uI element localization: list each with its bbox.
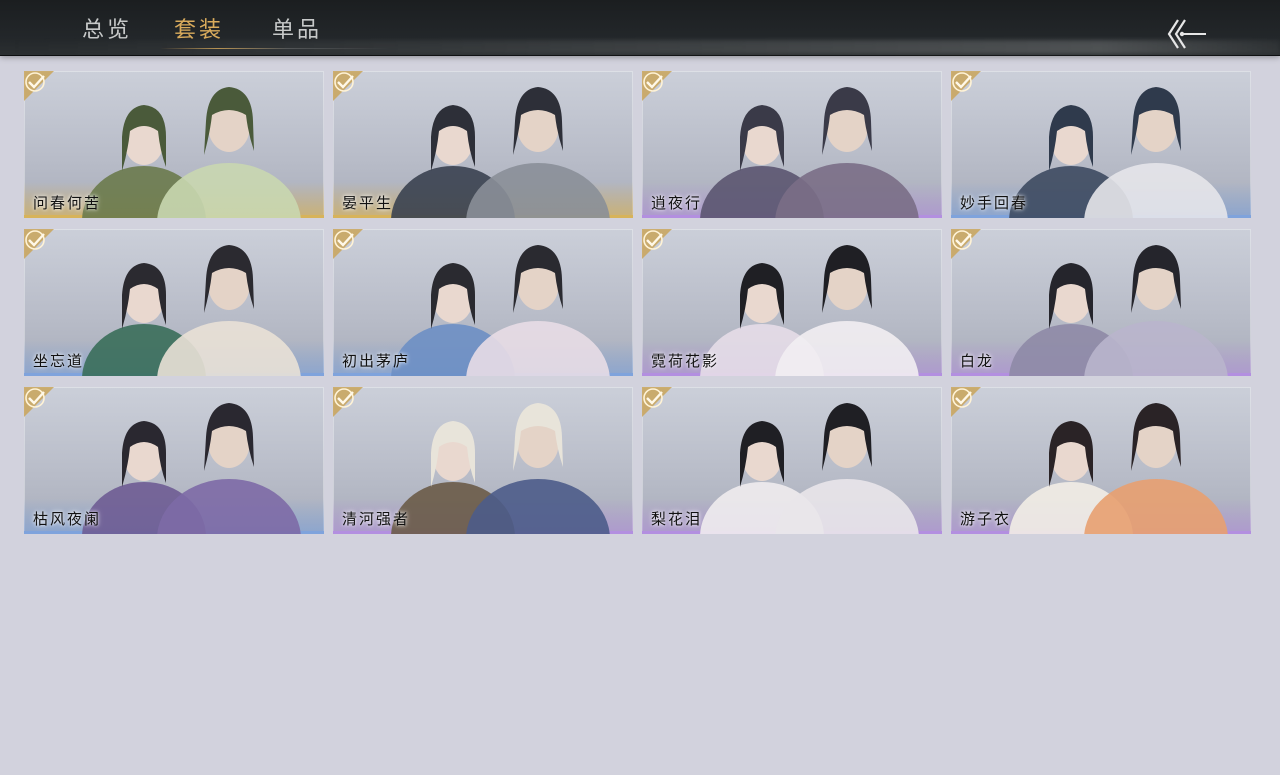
outfit-card[interactable]: 白龙 bbox=[951, 229, 1251, 376]
tab-outfit-sets[interactable]: 套装 bbox=[174, 14, 224, 48]
outfit-card[interactable]: 游子衣 bbox=[951, 387, 1251, 534]
tab-single-items[interactable]: 单品 bbox=[272, 14, 322, 48]
owned-check-icon bbox=[951, 229, 981, 259]
owned-check-icon bbox=[333, 387, 363, 417]
double-chevron-left-arrow-icon bbox=[1167, 19, 1206, 49]
owned-check-icon bbox=[333, 229, 363, 259]
outfit-card[interactable]: 晏平生 bbox=[333, 71, 633, 218]
outfit-grid: 问春何苦 晏平生 逍夜行 妙手回春坐忘道 初出茅庐 霓荷花影 白龙枯风夜阑 清河强者 梨花泪 游子… bbox=[24, 71, 1251, 534]
outfit-name: 霓荷花影 bbox=[651, 352, 720, 370]
outfit-card[interactable]: 逍夜行 bbox=[642, 71, 942, 218]
outfit-card[interactable]: 妙手回春 bbox=[951, 71, 1251, 218]
outfit-card[interactable]: 霓荷花影 bbox=[642, 229, 942, 376]
outfit-card[interactable]: 梨花泪 bbox=[642, 387, 942, 534]
outfit-card[interactable]: 清河强者 bbox=[333, 387, 633, 534]
active-tab-underline bbox=[160, 48, 390, 49]
outfit-name: 枯风夜阑 bbox=[33, 510, 102, 528]
outfit-name: 逍夜行 bbox=[651, 194, 703, 212]
owned-check-icon bbox=[642, 387, 672, 417]
outfit-name: 晏平生 bbox=[342, 194, 394, 212]
owned-check-icon bbox=[24, 71, 54, 101]
outfit-card[interactable]: 初出茅庐 bbox=[333, 229, 633, 376]
owned-check-icon bbox=[951, 387, 981, 417]
outfit-card[interactable]: 坐忘道 bbox=[24, 229, 324, 376]
outfit-name: 梨花泪 bbox=[651, 510, 703, 528]
back-button[interactable] bbox=[1160, 16, 1212, 52]
outfit-card[interactable]: 枯风夜阑 bbox=[24, 387, 324, 534]
outfit-name: 问春何苦 bbox=[33, 194, 102, 212]
owned-check-icon bbox=[24, 229, 54, 259]
outfit-name: 游子衣 bbox=[960, 510, 1012, 528]
tab-overview[interactable]: 总览 bbox=[82, 14, 132, 48]
outfit-name: 坐忘道 bbox=[33, 352, 85, 370]
owned-check-icon bbox=[951, 71, 981, 101]
owned-check-icon bbox=[24, 387, 54, 417]
character-portrait bbox=[1009, 245, 1228, 376]
outfit-name: 清河强者 bbox=[342, 510, 411, 528]
outfit-name: 白龙 bbox=[960, 352, 995, 370]
outfit-card[interactable]: 问春何苦 bbox=[24, 71, 324, 218]
owned-check-icon bbox=[333, 71, 363, 101]
owned-check-icon bbox=[642, 71, 672, 101]
outfit-name: 初出茅庐 bbox=[342, 352, 411, 370]
outfit-name: 妙手回春 bbox=[960, 194, 1029, 212]
owned-check-icon bbox=[642, 229, 672, 259]
top-nav-bar: 总览 套装 单品 bbox=[0, 0, 1280, 55]
